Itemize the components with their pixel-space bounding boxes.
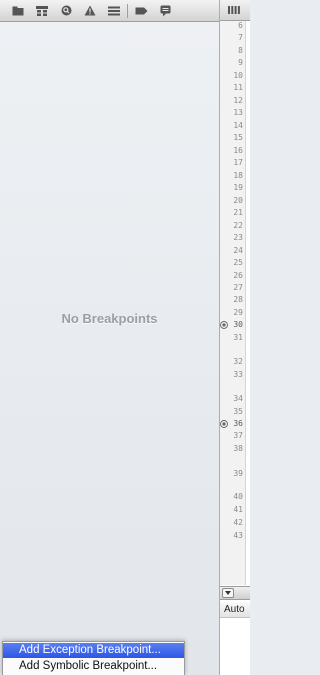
line-number: 25 — [233, 258, 243, 267]
line-number: 35 — [233, 407, 243, 416]
hide-debug-area-button[interactable] — [222, 588, 234, 598]
line-number: 40 — [233, 492, 243, 501]
line-number: 28 — [233, 295, 243, 304]
line-number: 23 — [233, 233, 243, 242]
project-navigator-icon[interactable] — [6, 0, 30, 21]
source-editor: 6 7 8 9 10 11 12 13 14 15 16 17 18 19 20 21 22 23 24 25 26 27… — [220, 0, 250, 675]
line-number: 38 — [233, 444, 243, 453]
line-number: 6 — [238, 21, 243, 30]
line-number: 41 — [233, 505, 243, 514]
triangle-down-icon — [225, 591, 231, 595]
line-number: 29 — [233, 308, 243, 317]
line-number: 18 — [233, 171, 243, 180]
line-number: 39 — [233, 469, 243, 478]
variables-scope-popup[interactable]: Auto — [220, 602, 250, 618]
line-number: 15 — [233, 133, 243, 142]
menu-item-add-exception-breakpoint[interactable]: Add Exception Breakpoint... — [3, 643, 184, 658]
line-number: 9 — [238, 58, 243, 67]
line-number: 7 — [238, 33, 243, 42]
line-number: 31 — [233, 333, 243, 342]
line-number: 19 — [233, 183, 243, 192]
navigator-tab-bar — [0, 0, 219, 22]
line-number: 33 — [233, 370, 243, 379]
menu-item-add-symbolic-breakpoint[interactable]: Add Symbolic Breakpoint... — [3, 659, 184, 674]
line-number: 24 — [233, 246, 243, 255]
breakpoint-navigator: No Breakpoints Add Exception Breakpoint.… — [0, 0, 220, 675]
line-number: 32 — [233, 357, 243, 366]
line-number: 10 — [233, 71, 243, 80]
no-breakpoints-label: No Breakpoints — [61, 311, 158, 326]
line-number: 26 — [233, 271, 243, 280]
jump-bar — [220, 0, 250, 21]
line-number: 21 — [233, 208, 243, 217]
related-items-icon[interactable] — [228, 6, 240, 14]
symbol-navigator-icon[interactable] — [30, 0, 54, 21]
line-number: 20 — [233, 196, 243, 205]
line-number: 13 — [233, 108, 243, 117]
line-number: 8 — [238, 46, 243, 55]
issue-navigator-icon[interactable] — [78, 0, 102, 21]
line-number: 37 — [233, 431, 243, 440]
line-number: 17 — [233, 158, 243, 167]
line-number: 42 — [233, 518, 243, 527]
line-number-gutter[interactable]: 6 7 8 9 10 11 12 13 14 15 16 17 18 19 20 21 22 23 24 25 26 27… — [220, 21, 246, 585]
line-number: 14 — [233, 121, 243, 130]
breakpoint-navigator-icon[interactable] — [129, 0, 153, 21]
line-number: 11 — [233, 83, 243, 92]
search-navigator-icon[interactable] — [54, 0, 78, 21]
log-navigator-icon[interactable] — [153, 0, 177, 21]
add-breakpoint-menu: Add Exception Breakpoint... Add Symbolic… — [2, 641, 185, 675]
variables-view: Auto — [220, 600, 250, 675]
line-number: 12 — [233, 96, 243, 105]
line-number: 43 — [233, 531, 243, 540]
line-number: 27 — [233, 283, 243, 292]
breakpoint-target-icon[interactable] — [220, 420, 228, 428]
debug-navigator-icon[interactable] — [102, 0, 126, 21]
breakpoint-target-icon[interactable] — [220, 321, 228, 329]
line-number: 34 — [233, 394, 243, 403]
tab-divider — [127, 3, 128, 18]
debug-bar — [220, 586, 250, 600]
line-number: 22 — [233, 221, 243, 230]
line-number: 16 — [233, 146, 243, 155]
